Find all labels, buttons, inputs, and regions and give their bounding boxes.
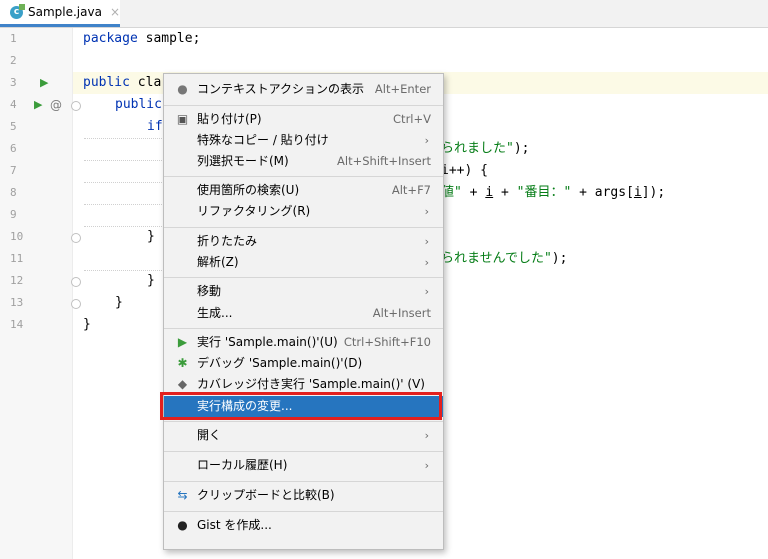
menu-item-show-context-actions[interactable]: ● コンテキストアクションの表示 Alt+Enter xyxy=(164,79,443,100)
code-line-13[interactable]: } xyxy=(115,292,123,314)
editor-tab-bar: c Sample.java × xyxy=(0,0,768,28)
chevron-right-icon: › xyxy=(424,134,429,147)
menu-separator xyxy=(164,421,443,422)
lightbulb-icon: ● xyxy=(177,82,188,96)
line-number: 13 xyxy=(10,296,24,309)
chevron-right-icon: › xyxy=(424,429,429,442)
chevron-right-icon: › xyxy=(424,285,429,298)
line-number: 14 xyxy=(10,318,24,331)
line-number: 12 xyxy=(10,274,24,287)
line-number: 4 xyxy=(10,98,17,111)
menu-item-generate[interactable]: 生成... Alt+Insert xyxy=(164,303,443,324)
close-icon[interactable]: × xyxy=(110,5,120,19)
fold-marker[interactable] xyxy=(71,101,81,111)
menu-item-create-gist[interactable]: ● Gist を作成... xyxy=(164,515,443,536)
menu-item-refactor[interactable]: リファクタリング(R) › xyxy=(164,201,443,222)
line-number: 9 xyxy=(10,208,17,221)
line-number: 11 xyxy=(10,252,24,265)
menu-item-folding[interactable]: 折りたたみ › xyxy=(164,231,443,252)
menu-item-paste-special[interactable]: 特殊なコピー / 貼り付け › xyxy=(164,130,443,151)
github-icon: ● xyxy=(177,518,188,532)
menu-separator xyxy=(164,328,443,329)
run-icon: ▶ xyxy=(177,335,188,349)
menu-item-analyze[interactable]: 解析(Z) › xyxy=(164,252,443,273)
code-line-11[interactable]: られませんでした"); xyxy=(441,248,567,270)
editor-context-menu: ● コンテキストアクションの表示 Alt+Enter ▣ 貼り付け(P) Ctr… xyxy=(163,73,444,550)
menu-separator xyxy=(164,511,443,512)
code-line-6[interactable]: られました"); xyxy=(441,138,529,160)
line-number: 6 xyxy=(10,142,17,155)
menu-item-paste[interactable]: ▣ 貼り付け(P) Ctrl+V xyxy=(164,109,443,130)
line-number: 1 xyxy=(10,32,17,45)
tab-sample-java[interactable]: c Sample.java × xyxy=(0,0,120,27)
compare-diff-icon: ⇆ xyxy=(177,488,188,502)
line-number: 7 xyxy=(10,164,17,177)
code-line-5[interactable]: if xyxy=(147,116,163,138)
run-gutter-icon[interactable]: ▶ xyxy=(34,94,42,116)
highlight-annotation-box xyxy=(160,392,442,420)
line-number: 3 xyxy=(10,76,17,89)
menu-separator xyxy=(164,176,443,177)
fold-marker[interactable] xyxy=(71,277,81,287)
chevron-right-icon: › xyxy=(424,256,429,269)
menu-item-compare-clipboard[interactable]: ⇆ クリップボードと比較(B) xyxy=(164,485,443,506)
code-line-12[interactable]: } xyxy=(147,270,155,292)
code-line-14[interactable]: } xyxy=(83,314,91,336)
chevron-right-icon: › xyxy=(424,235,429,248)
chevron-right-icon: › xyxy=(424,459,429,472)
menu-item-find-usages[interactable]: 使用箇所の検索(U) Alt+F7 xyxy=(164,180,443,201)
menu-separator xyxy=(164,451,443,452)
line-number: 10 xyxy=(10,230,24,243)
clipboard-icon: ▣ xyxy=(176,112,189,126)
fold-marker[interactable] xyxy=(71,233,81,243)
menu-separator xyxy=(164,481,443,482)
coverage-shield-icon: ◆ xyxy=(177,377,188,391)
chevron-right-icon: › xyxy=(424,205,429,218)
code-line-4[interactable]: public xyxy=(115,94,162,116)
indent-guide xyxy=(84,204,164,206)
line-number: 2 xyxy=(10,54,17,67)
fold-marker[interactable] xyxy=(71,299,81,309)
menu-item-local-history[interactable]: ローカル履歴(H) › xyxy=(164,455,443,476)
line-number: 8 xyxy=(10,186,17,199)
menu-item-open[interactable]: 開く › xyxy=(164,425,443,446)
indent-guide xyxy=(84,182,164,184)
menu-item-debug[interactable]: ✱ デバッグ 'Sample.main()'(D) xyxy=(164,353,443,374)
run-gutter-icon[interactable]: ▶ xyxy=(40,72,48,94)
indent-guide xyxy=(84,160,164,162)
menu-item-run[interactable]: ▶ 実行 'Sample.main()'(U) Ctrl+Shift+F10 xyxy=(164,332,443,353)
code-line-3[interactable]: public cla xyxy=(83,72,161,94)
indent-guide xyxy=(84,138,164,140)
code-line-1[interactable]: package sample; xyxy=(83,28,200,50)
menu-separator xyxy=(164,227,443,228)
menu-item-goto[interactable]: 移動 › xyxy=(164,281,443,302)
debug-bug-icon: ✱ xyxy=(177,356,188,370)
code-line-8[interactable]: 値" + i + "番目：" + args[i]); xyxy=(441,182,665,204)
menu-separator xyxy=(164,277,443,278)
annotation-gutter-icon[interactable]: @ xyxy=(50,94,62,116)
tab-label: Sample.java xyxy=(27,5,102,19)
menu-separator xyxy=(164,105,443,106)
code-line-10[interactable]: } xyxy=(147,226,163,248)
menu-item-column-mode[interactable]: 列選択モード(M) Alt+Shift+Insert xyxy=(164,151,443,172)
code-line-7[interactable]: i++) { xyxy=(441,160,488,182)
line-number: 5 xyxy=(10,120,17,133)
java-class-icon: c xyxy=(10,3,25,19)
